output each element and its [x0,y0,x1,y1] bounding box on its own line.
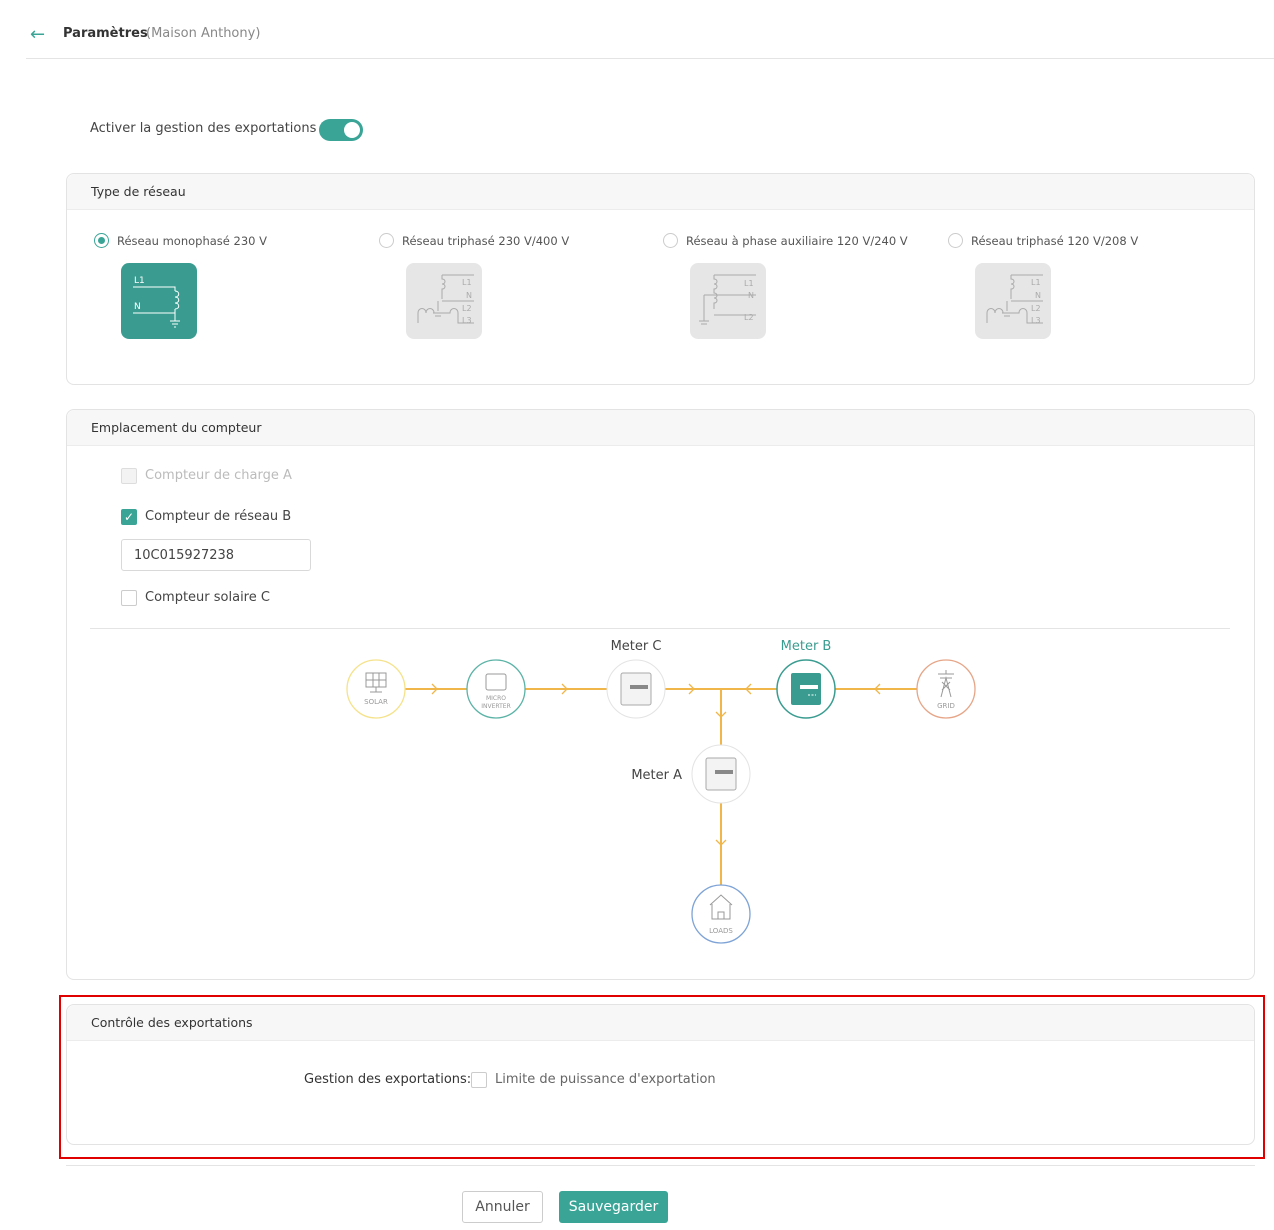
loads-node: LOADS [691,884,751,944]
solar-node: SOLAR [346,659,406,719]
loads-label: LOADS [709,927,733,935]
grid-label: GRID [937,702,955,710]
save-button[interactable]: Sauvegarder [559,1191,668,1223]
meter-b-node [776,659,836,719]
meter-a-node [691,744,751,804]
solar-label: SOLAR [364,698,388,706]
meter-c-node [606,659,666,719]
meter-b-label: Meter B [781,639,832,654]
export-control-title: Contrôle des exportations [67,1005,1254,1041]
export-limit-label: Limite de puissance d'exportation [495,1072,716,1087]
meter-c-label: Meter C [611,639,662,654]
svg-text:INVERTER: INVERTER [481,703,511,710]
micro-inverter-node: MICROINVERTER [466,659,526,719]
cancel-button[interactable]: Annuler [462,1191,543,1223]
export-limit-checkbox[interactable] [471,1072,487,1088]
grid-node: GRID [916,659,976,719]
meter-a-label: Meter A [631,768,682,783]
footer-divider [66,1165,1255,1166]
export-management-label: Gestion des exportations: [304,1072,472,1087]
svg-text:MICRO: MICRO [486,695,506,702]
